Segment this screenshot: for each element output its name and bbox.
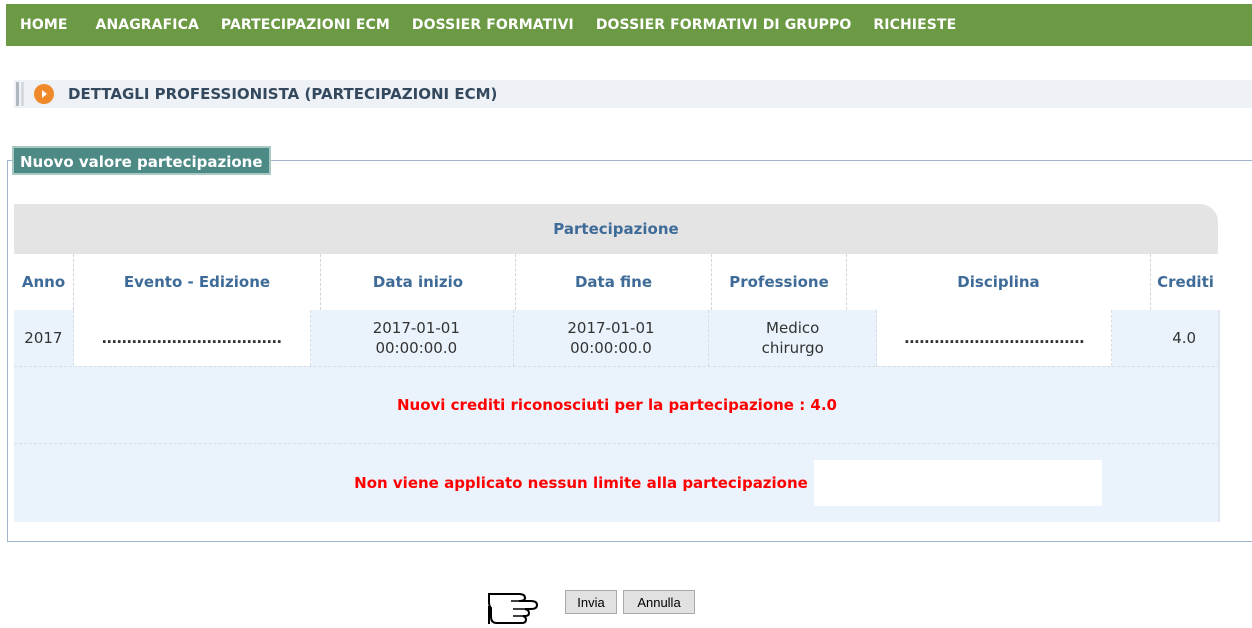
cell-professione: Medico chirurgo	[709, 310, 878, 366]
nav-dossier-formativi-gruppo[interactable]: DOSSIER FORMATIVI DI GRUPPO	[582, 17, 852, 33]
table-row: 2017 ……………………………… 2017-01-01 00:00:00.0 …	[14, 310, 1220, 366]
nav-anagrafica[interactable]: ANAGRAFICA	[82, 17, 199, 33]
cell-disciplina: ………………………………	[877, 310, 1113, 366]
blank-field	[813, 460, 1102, 506]
credits-message-row: Nuovi crediti riconosciuti per la partec…	[14, 366, 1220, 444]
data-fine-time: 00:00:00.0	[570, 339, 652, 357]
hand-pointer-icon	[488, 593, 539, 624]
top-navigation: HOME ANAGRAFICA PARTECIPAZIONI ECM DOSSI…	[6, 4, 1252, 46]
professione-line2: chirurgo	[761, 339, 824, 357]
credits-message: Nuovi crediti riconosciuti per la partec…	[396, 396, 837, 414]
data-inizio-time: 00:00:00.0	[375, 339, 458, 357]
cell-evento-edizione: ………………………………	[73, 310, 311, 366]
header-data-inizio: Data inizio	[321, 254, 516, 310]
nav-dossier-formativi[interactable]: DOSSIER FORMATIVI	[398, 17, 574, 33]
fieldset-legend: Nuovo valore partecipazione	[12, 146, 271, 175]
header-anno: Anno	[14, 254, 74, 310]
cell-data-fine: 2017-01-01 00:00:00.0	[514, 310, 710, 366]
section-header-bar-light	[21, 82, 24, 106]
section-header: DETTAGLI PROFESSIONISTA (PARTECIPAZIONI …	[14, 80, 1252, 108]
cell-crediti: 4.0	[1172, 329, 1197, 347]
table-caption: Partecipazione	[553, 220, 679, 238]
cell-data-inizio: 2017-01-01 00:00:00.0	[320, 310, 514, 366]
header-crediti: Crediti	[1157, 273, 1214, 291]
data-inizio-date: 2017-01-01	[372, 319, 460, 337]
header-disciplina: Disciplina	[847, 254, 1151, 310]
nav-richieste[interactable]: RICHIESTE	[859, 17, 956, 33]
header-data-fine: Data fine	[516, 254, 712, 310]
limit-message: Non viene applicato nessun limite alla p…	[354, 474, 808, 492]
header-professione: Professione	[712, 254, 847, 310]
arrow-right-circle-icon	[34, 84, 54, 104]
table-caption-bar: Partecipazione	[14, 204, 1218, 254]
section-title: DETTAGLI PROFESSIONISTA (PARTECIPAZIONI …	[68, 85, 498, 103]
data-fine-date: 2017-01-01	[567, 319, 655, 337]
table-header-row: Anno Evento - Edizione Data inizio Data …	[14, 254, 1220, 310]
cell-anno: 2017	[14, 310, 74, 366]
section-header-bar	[16, 82, 19, 106]
header-evento-edizione: Evento - Edizione	[74, 254, 321, 310]
table-edge	[1218, 310, 1220, 522]
limit-message-row: Non viene applicato nessun limite alla p…	[14, 444, 1220, 522]
nav-home[interactable]: HOME	[6, 17, 68, 33]
cancel-button[interactable]: Annulla	[623, 590, 695, 614]
professione-line1: Medico	[766, 319, 820, 337]
submit-button[interactable]: Invia	[565, 590, 617, 614]
nav-partecipazioni-ecm[interactable]: PARTECIPAZIONI ECM	[207, 17, 390, 33]
